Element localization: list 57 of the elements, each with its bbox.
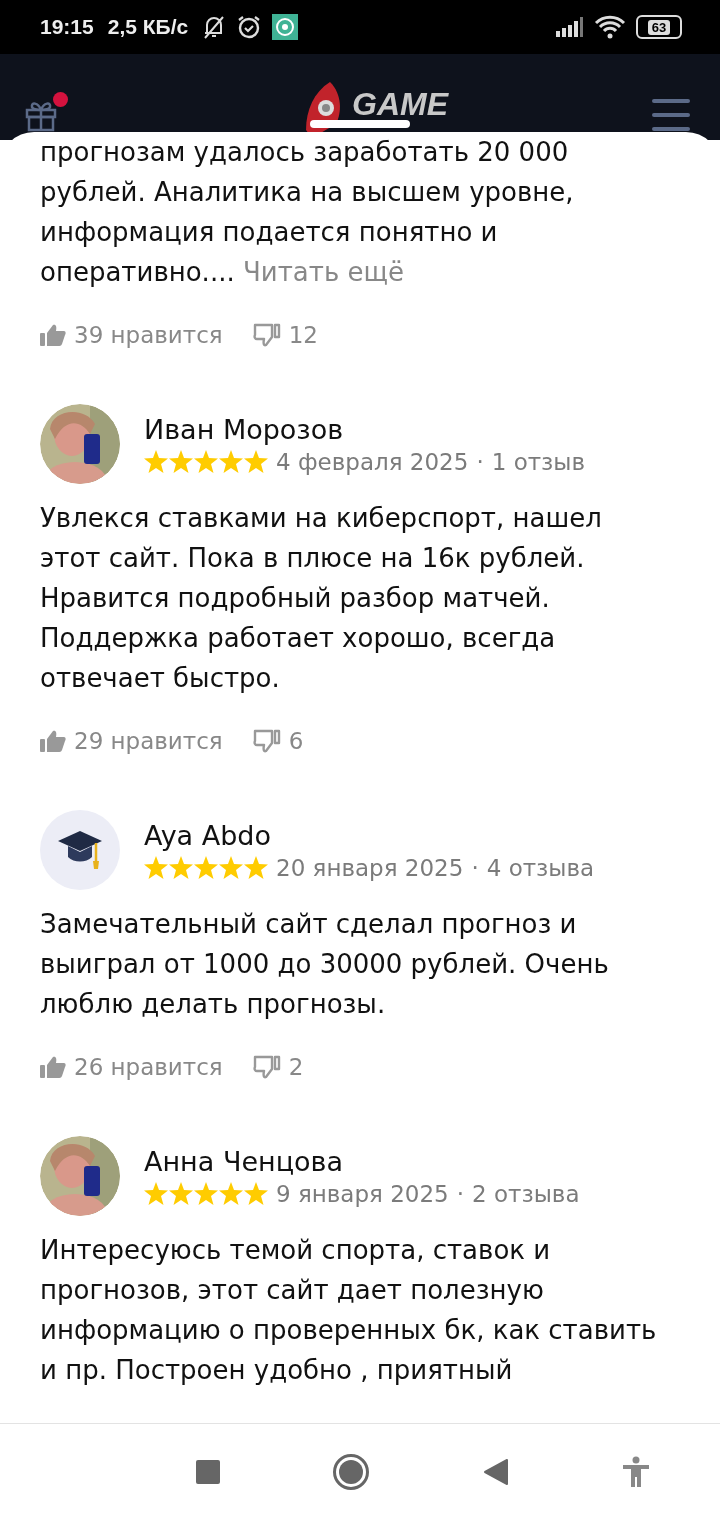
dislike-count: 6 [288,728,304,754]
author-name[interactable]: Иван Морозов [144,413,586,445]
home-button[interactable] [333,1454,370,1490]
review-text: Замечательный сайт сделал прогноз и выиграл от 1000 до 30000 рублей. Очень люблю делать прогнозы. [40,908,610,1021]
battery-icon: 63 [636,15,682,39]
dislike-count: 2 [288,1054,304,1080]
star-icon [169,450,193,473]
thumbs-up-icon[interactable] [40,324,66,346]
separator-dot: · [476,448,484,475]
like-count: 39 нравится [74,322,223,348]
star-icon [169,856,193,879]
dislike-count: 12 [288,322,318,348]
bell-off-icon [202,14,227,40]
review-text: Интересуюсь темой спорта, ставок и прогнозов, этот сайт дает полезную информацию о проверенных бк, как ставить и пр. Построен удобно , приятный [40,1234,658,1387]
star-icon [144,450,168,473]
review-text: прогнозам удалось заработать 20 000 рублей. Аналитика на высшем уровне, информация подается понятно и оперативно.... Читать ещё [40,136,575,289]
author-name[interactable]: Aya Abdo [144,819,595,851]
star-icon [194,1182,218,1205]
network-speed: 2,5 КБ/с [107,15,189,39]
separator-dot: · [456,1180,465,1207]
separator-dot: · [471,854,479,881]
star-icon [219,450,243,473]
review-count: 2 отзыва [472,1180,580,1207]
star-icon [244,1182,268,1205]
star-icon [169,1182,193,1205]
review-date: 20 января 2025 [276,854,464,881]
review-count: 4 отзыва [486,854,595,881]
back-button[interactable] [482,1458,509,1486]
thumbs-down-icon[interactable] [252,323,281,347]
star-icon [244,856,268,879]
thumbs-down-icon[interactable] [252,1055,281,1079]
thumbs-up-icon[interactable] [40,1056,66,1078]
accessibility-icon[interactable] [622,1456,650,1488]
app-icon [272,14,299,40]
like-count: 26 нравится [74,1054,223,1080]
star-icon [144,1182,168,1205]
star-icon [144,856,168,879]
wifi-icon [594,15,626,39]
review-count: 1 отзыв [491,448,586,475]
thumbs-down-icon[interactable] [252,729,281,753]
clock: 19:15 [40,15,94,39]
review-date: 9 января 2025 [276,1180,449,1207]
star-icon [194,856,218,879]
thumbs-up-icon[interactable] [40,730,66,752]
review-text: Увлекся ставками на киберспорт, нашел этот сайт. Пока в плюсе на 16к рублей. Нравится подробный разбор матчей. Поддержка работает хорошо, всегда отвечает быстро. [40,502,603,695]
like-count: 29 нравится [74,728,223,754]
star-icon [219,1182,243,1205]
review-date: 4 февраля 2025 [276,448,469,475]
star-icon [194,450,218,473]
read-more-link[interactable]: Читать ещё [242,257,404,287]
logo-text: GAME [352,85,448,118]
menu-icon[interactable] [652,98,690,132]
author-name[interactable]: Анна Ченцова [144,1145,580,1177]
signal-icon [556,17,584,37]
star-icon [219,856,243,879]
star-icon [244,450,268,473]
drag-handle[interactable] [310,120,410,128]
